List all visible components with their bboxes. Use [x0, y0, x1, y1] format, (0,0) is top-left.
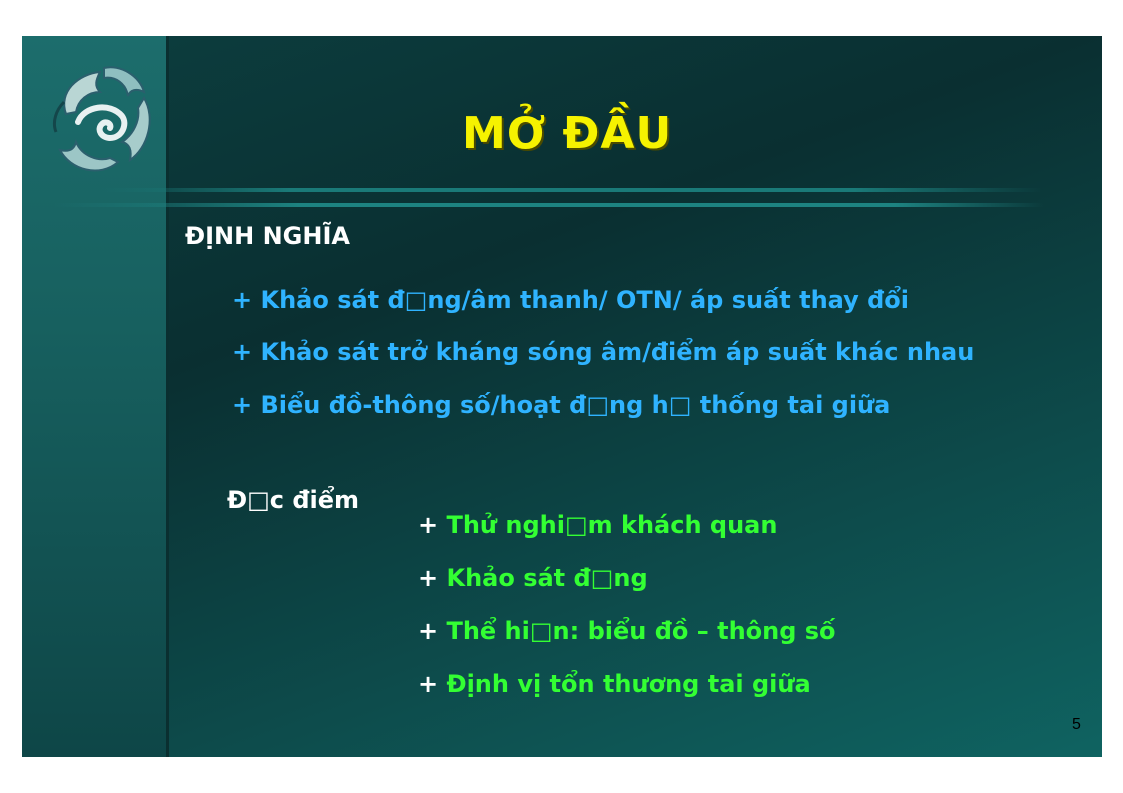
feature-bullet: +	[418, 670, 439, 698]
header-divider-top	[102, 188, 1042, 192]
feature-item-2: + Khảo sát đ□ng	[418, 564, 648, 592]
feature-text: Định vị tổn thương tai giữa	[446, 670, 811, 698]
definition-item-3: + Biểu đồ-thông số/hoạt đ□ng h□ thống ta…	[232, 391, 891, 419]
feature-item-3: + Thể hi□n: biểu đồ – thông số	[418, 617, 836, 645]
page-number: 5	[1072, 716, 1081, 733]
feature-text: Thử nghi□m khách quan	[446, 511, 778, 539]
slide: MỞ ĐẦU ĐỊNH NGHĨA + Khảo sát đ□ng/âm tha…	[22, 36, 1102, 757]
definition-heading: ĐỊNH NGHĨA	[185, 222, 350, 250]
feature-item-1: + Thử nghi□m khách quan	[418, 511, 777, 539]
feature-item-4: + Định vị tổn thương tai giữa	[418, 670, 811, 698]
feature-bullet: +	[418, 511, 439, 539]
definition-item-2: + Khảo sát trở kháng sóng âm/điểm áp suấ…	[232, 338, 975, 366]
dolphin-logo-icon	[52, 66, 151, 172]
feature-bullet: +	[418, 564, 439, 592]
feature-bullet: +	[418, 617, 439, 645]
header-divider-bottom	[54, 203, 1044, 207]
features-heading: Đ□c điểm	[227, 486, 360, 514]
feature-text: Thể hi□n: biểu đồ – thông số	[446, 617, 836, 645]
feature-text: Khảo sát đ□ng	[446, 564, 648, 592]
definition-item-1: + Khảo sát đ□ng/âm thanh/ OTN/ áp suất t…	[232, 286, 910, 314]
slide-title: MỞ ĐẦU	[462, 108, 673, 159]
